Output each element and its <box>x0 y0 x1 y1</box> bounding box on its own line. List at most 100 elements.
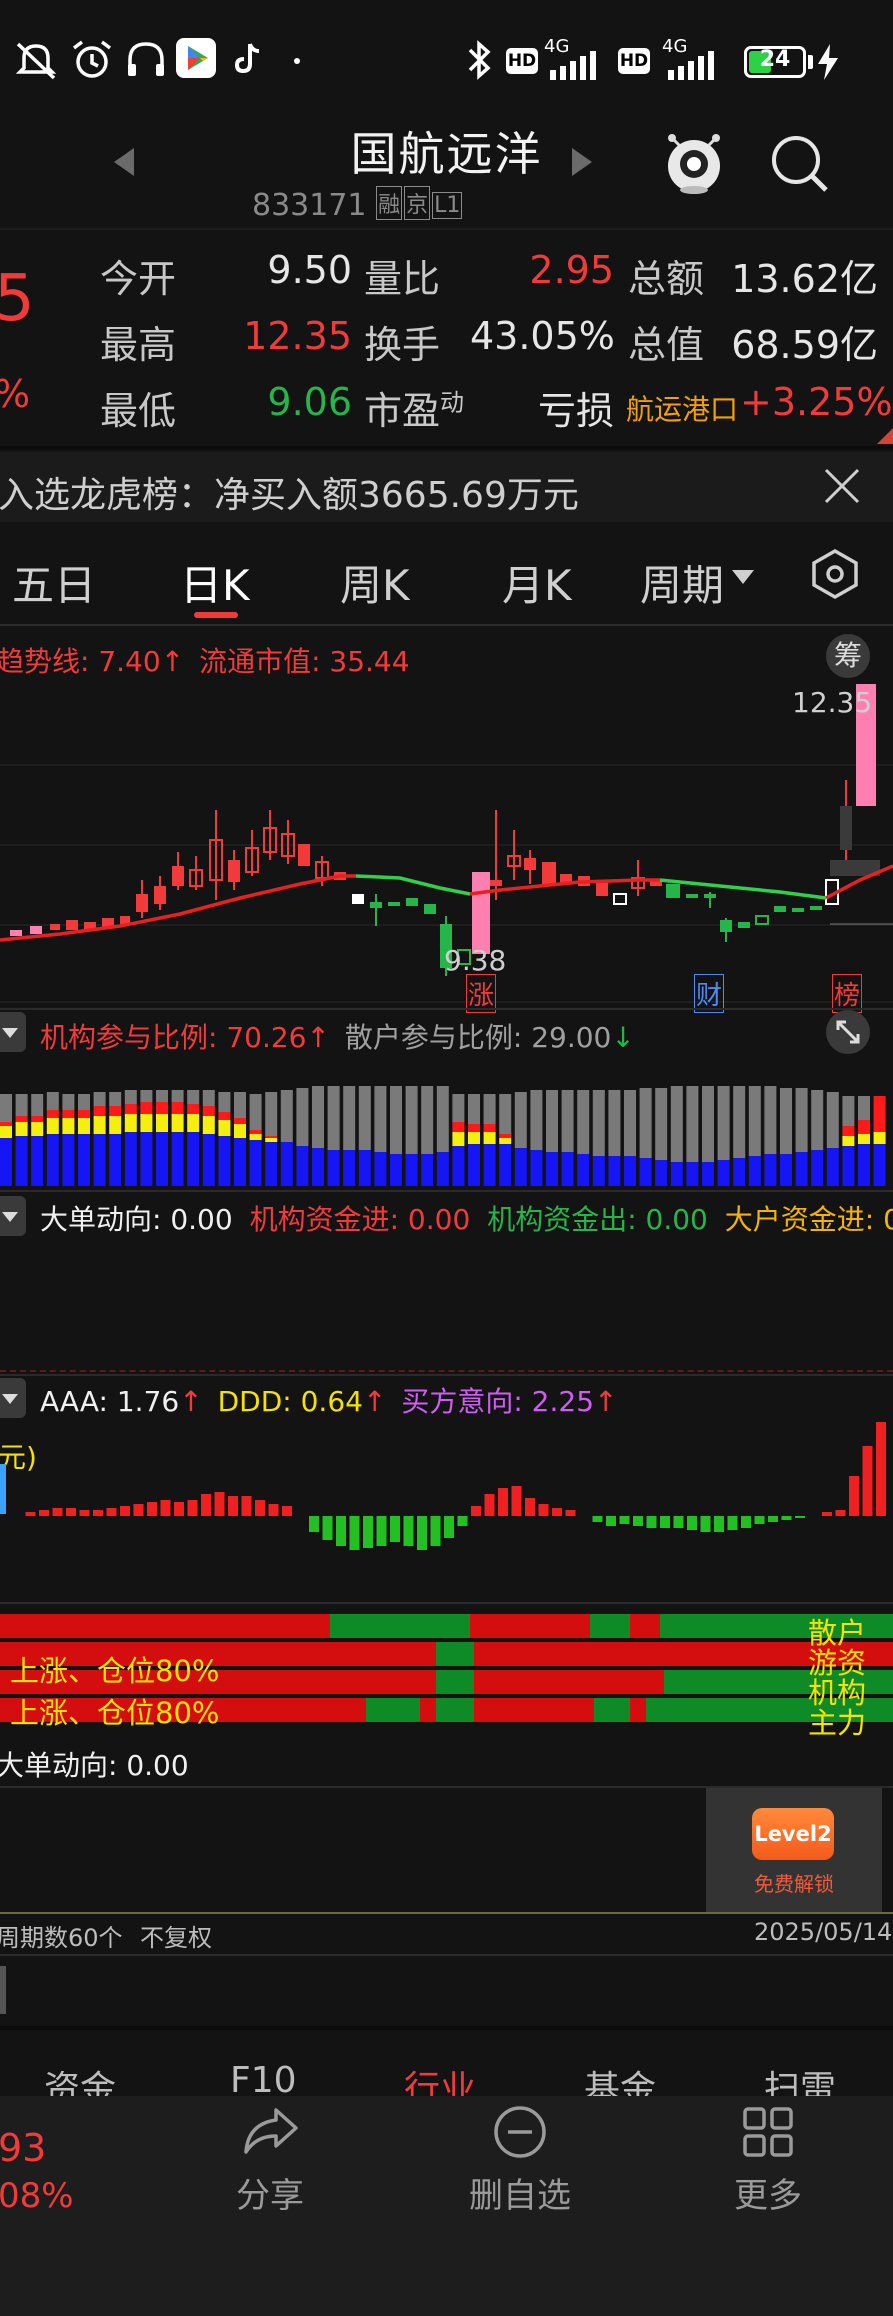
participation-bar-chart <box>0 1086 886 1186</box>
mascot-robot-icon[interactable] <box>660 126 728 198</box>
level2-caption: 免费解锁 <box>754 1872 834 1896</box>
caret-down-icon-2 <box>2 1212 18 1222</box>
next-stock-arrow-icon[interactable] <box>570 146 594 178</box>
change-pct-fragment: % <box>0 372 30 416</box>
candles <box>10 684 880 976</box>
market-cap-label: 总值 <box>628 323 705 367</box>
dot-icon <box>294 58 300 64</box>
tab-daily-k[interactable]: 日K <box>180 552 250 613</box>
trend-line-green2 <box>659 878 827 900</box>
indicator2-legend: 大单动向: 0.00 机构资金进: 0.00 机构资金出: 0.00 大户资金进… <box>40 1198 893 1238</box>
tab-monthly-k[interactable]: 月K <box>502 552 572 613</box>
aaa-value: AAA: 1.76 <box>40 1385 180 1418</box>
bluetooth-icon <box>468 40 491 80</box>
battery-icon: 24 <box>744 46 806 78</box>
big-order-flow: 大单动向: 0.00 <box>40 1203 233 1236</box>
stock-code: 833171 <box>252 188 367 223</box>
status-bar: HD 4G HD 4G 24 <box>0 0 893 120</box>
hd-badge-2: HD <box>618 48 650 74</box>
retail-participation: 散户参与比例: 29.00 <box>344 1021 612 1054</box>
tab-active-indicator <box>194 612 238 618</box>
buyer-intent-value: 买方意向: 2.25 <box>401 1385 595 1418</box>
remove-watchlist-icon[interactable] <box>492 2104 548 2160</box>
battery-level: 24 <box>759 47 791 72</box>
open-value: 9.50 <box>267 248 352 292</box>
trend-line-value: 趋势线: 7.40 <box>0 645 161 678</box>
aaa-histogram <box>25 1422 886 1550</box>
ddd-value: DDD: 0.64 <box>217 1385 363 1418</box>
open-label: 今开 <box>100 257 177 301</box>
current-price-fragment: 5 <box>0 262 35 336</box>
mute-icon <box>15 42 57 80</box>
volume-ratio-value: 2.95 <box>529 248 614 292</box>
inst-fund-out: 机构资金出: 0.00 <box>487 1203 708 1236</box>
low-value: 9.06 <box>267 380 352 424</box>
hd-badge-1: HD <box>506 48 538 74</box>
remove-watchlist-button[interactable]: 删自选 <box>452 2168 588 2217</box>
sector-link[interactable]: 航运港口 <box>626 388 738 428</box>
sector-change: +3.25% <box>740 380 893 424</box>
close-icon[interactable] <box>822 466 862 506</box>
bottom-tab-f10[interactable]: F10 <box>230 2060 297 2101</box>
pe-value: 亏损 <box>537 389 614 433</box>
last-date: 2025/05/14 <box>754 1918 893 1946</box>
stock-name: 国航远洋 <box>350 127 543 181</box>
bottom-price-fragment: 93 <box>0 2126 47 2170</box>
stock-code-row: 833171 融京 L1 <box>252 186 463 223</box>
adjust-mode[interactable]: 不复权 <box>140 1918 212 1953</box>
label-main-force: 主力 <box>808 1706 867 1740</box>
search-icon[interactable] <box>768 132 832 196</box>
indicator1-legend: 机构参与比例: 70.26↑ 散户参与比例: 29.00↓ <box>40 1021 635 1054</box>
market-cap-value: 68.59亿 <box>731 323 878 367</box>
notice-bar[interactable]: 入选龙虎榜：净买入额3665.69万元 <box>0 452 893 522</box>
fullscreen-icon[interactable] <box>824 1008 872 1056</box>
more-button[interactable]: 更多 <box>718 2168 818 2217</box>
tab-weekly-k[interactable]: 周K <box>340 552 410 613</box>
more-grid-icon[interactable] <box>742 2106 794 2158</box>
exchange-badge: 京 <box>404 186 431 220</box>
high-value: 12.35 <box>243 314 352 358</box>
inst-participation: 机构参与比例: 70.26 <box>40 1021 307 1054</box>
play-store-icon <box>176 38 216 78</box>
expand-corner-icon[interactable] <box>877 428 893 444</box>
chip-distribution-button[interactable]: 筹 <box>826 634 870 678</box>
share-button[interactable]: 分享 <box>220 2168 320 2217</box>
indicator5-legend: 大单动向: 0.00 <box>0 1749 189 1782</box>
high-label: 最高 <box>100 323 177 367</box>
share-icon[interactable] <box>242 2106 300 2156</box>
dropdown-caret-icon <box>732 570 754 584</box>
tiktok-icon <box>234 43 260 74</box>
amount-value: 13.62亿 <box>731 257 878 301</box>
settings-hexagon-icon[interactable] <box>810 548 860 600</box>
price-low-label: 9.38 <box>444 944 507 977</box>
turnover-value: 43.05% <box>470 314 615 358</box>
level-badge: L1 <box>432 192 463 219</box>
strip-text-1: 上涨、仓位80% <box>10 1654 220 1688</box>
tab-period-dropdown[interactable]: 周期 <box>640 552 724 613</box>
pe-label: 市盈动 <box>364 388 465 433</box>
low-label: 最低 <box>100 389 177 433</box>
notice-text: 入选龙虎榜：净买入额3665.69万元 <box>0 475 579 516</box>
level2-badge: Level2 <box>752 1808 834 1860</box>
signal-icon <box>550 51 596 80</box>
alarm-icon <box>72 40 112 78</box>
level2-unlock-overlay[interactable]: Level2 免费解锁 <box>706 1788 882 1912</box>
float-market-value: 流通市值: 35.44 <box>199 645 410 678</box>
price-high-label: 12.35 <box>792 686 873 719</box>
headphones-icon <box>128 42 164 76</box>
big-holder-fund-in: 大户资金进: 0. <box>724 1203 893 1236</box>
indicator3-legend: AAA: 1.76↑ DDD: 0.64↑ 买方意向: 2.25↑ <box>40 1385 618 1418</box>
turnover-label: 换手 <box>364 323 441 367</box>
caret-down-icon-3 <box>2 1394 18 1404</box>
volume-ratio-label: 量比 <box>364 257 441 301</box>
charging-icon <box>818 44 838 80</box>
pe-type: 动 <box>440 388 465 417</box>
bottom-pct-fragment: 08% <box>0 2176 74 2216</box>
trend-line-down <box>355 874 471 896</box>
period-count: 周期数60个 <box>0 1924 123 1952</box>
tab-five-day[interactable]: 五日 <box>12 552 96 613</box>
margin-badge: 融 <box>376 186 403 220</box>
inst-fund-in: 机构资金进: 0.00 <box>249 1203 471 1236</box>
amount-label: 总额 <box>628 257 705 301</box>
caret-down-icon <box>2 1028 18 1038</box>
